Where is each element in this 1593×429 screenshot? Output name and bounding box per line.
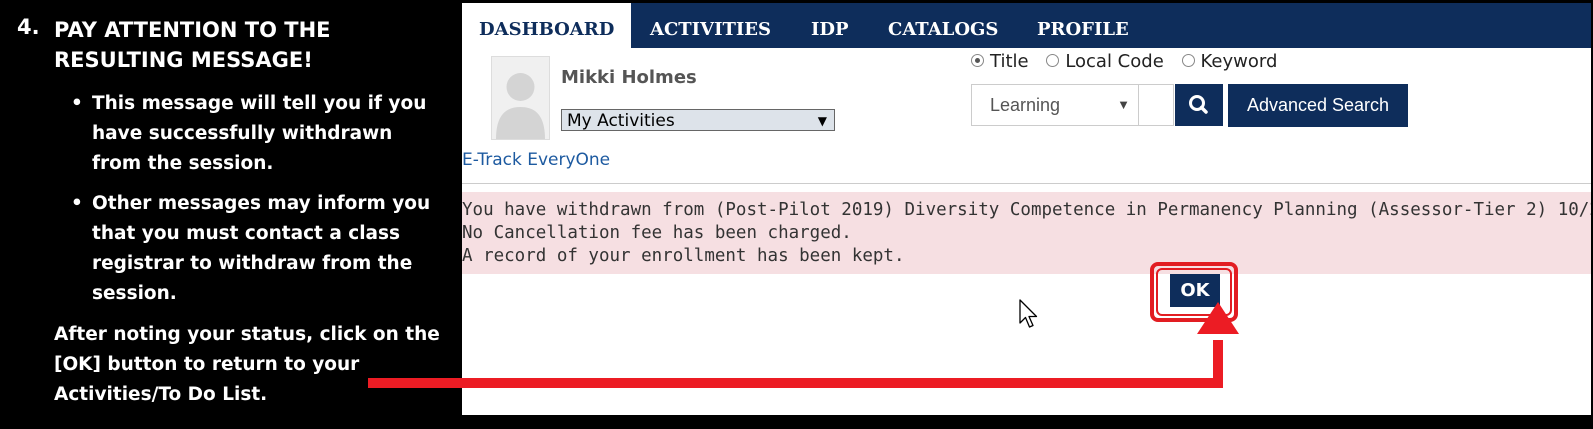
search-type-value: Learning [990, 95, 1061, 115]
message-line: No Cancellation fee has been charged. [462, 223, 852, 243]
avatar [491, 56, 550, 140]
ok-button[interactable]: OK [1170, 274, 1220, 307]
tab-dashboard[interactable]: DASHBOARD [462, 3, 632, 48]
site-link[interactable]: E-Track EveryOne [462, 150, 610, 170]
step-heading: PAY ATTENTION TO THE RESULTING MESSAGE! [54, 18, 331, 72]
instruction-panel: 4. PAY ATTENTION TO THE RESULTING MESSAG… [0, 0, 461, 429]
search-button[interactable] [1175, 84, 1223, 126]
bullet-dot: • [71, 193, 83, 214]
search-mode-radios: Title Local Code Keyword [971, 51, 1289, 72]
radio-button-icon [1181, 53, 1195, 67]
radio-label: Title [990, 51, 1029, 72]
radio-button-icon [971, 53, 984, 67]
bullet-text: Other messages may inform you that you m… [92, 193, 431, 304]
message-line: You have withdrawn from (Post-Pilot 2019… [462, 200, 1591, 220]
app-screenshot: DASHBOARD ACTIVITIES IDP CATALOGS PROFIL… [462, 3, 1591, 415]
search-type-select[interactable]: Learning ▼ [971, 84, 1139, 126]
search-input[interactable] [1138, 84, 1174, 126]
tab-activities[interactable]: ACTIVITIES [650, 3, 771, 48]
top-nav: DASHBOARD ACTIVITIES IDP CATALOGS PROFIL… [462, 3, 1591, 48]
divider [462, 183, 1591, 184]
mouse-cursor-icon [1019, 299, 1038, 328]
tab-profile[interactable]: PROFILE [1037, 3, 1129, 48]
radio-label: Keyword [1200, 51, 1278, 72]
bullet-dot: • [71, 93, 83, 114]
instruction-bullet: • Other messages may inform you that you… [71, 189, 447, 309]
user-name: Mikki Holmes [561, 67, 697, 88]
radio-button-icon [1046, 53, 1060, 67]
activity-view-select[interactable]: My Activities ▼ [561, 109, 835, 131]
step-number: 4. [17, 15, 40, 39]
instruction-bullet: • This message will tell you if you have… [71, 89, 447, 179]
radio-title[interactable]: Title [971, 51, 1029, 72]
message-line: A record of your enrollment has been kep… [462, 246, 905, 266]
bullet-text: This message will tell you if you have s… [92, 93, 427, 174]
tab-catalogs[interactable]: CATALOGS [888, 3, 998, 48]
radio-keyword[interactable]: Keyword [1181, 51, 1278, 72]
after-note: After noting your status, click on the [… [54, 324, 440, 405]
search-icon [1189, 95, 1208, 114]
radio-local-code[interactable]: Local Code [1046, 51, 1164, 72]
radio-label: Local Code [1065, 51, 1164, 72]
status-message: You have withdrawn from (Post-Pilot 2019… [462, 192, 1591, 274]
dropdown-arrow-icon: ▼ [817, 114, 827, 128]
dropdown-arrow-icon: ▼ [1117, 97, 1130, 112]
activity-view-value: My Activities [567, 111, 675, 131]
tab-idp[interactable]: IDP [811, 3, 849, 48]
advanced-search-button[interactable]: Advanced Search [1228, 84, 1408, 127]
